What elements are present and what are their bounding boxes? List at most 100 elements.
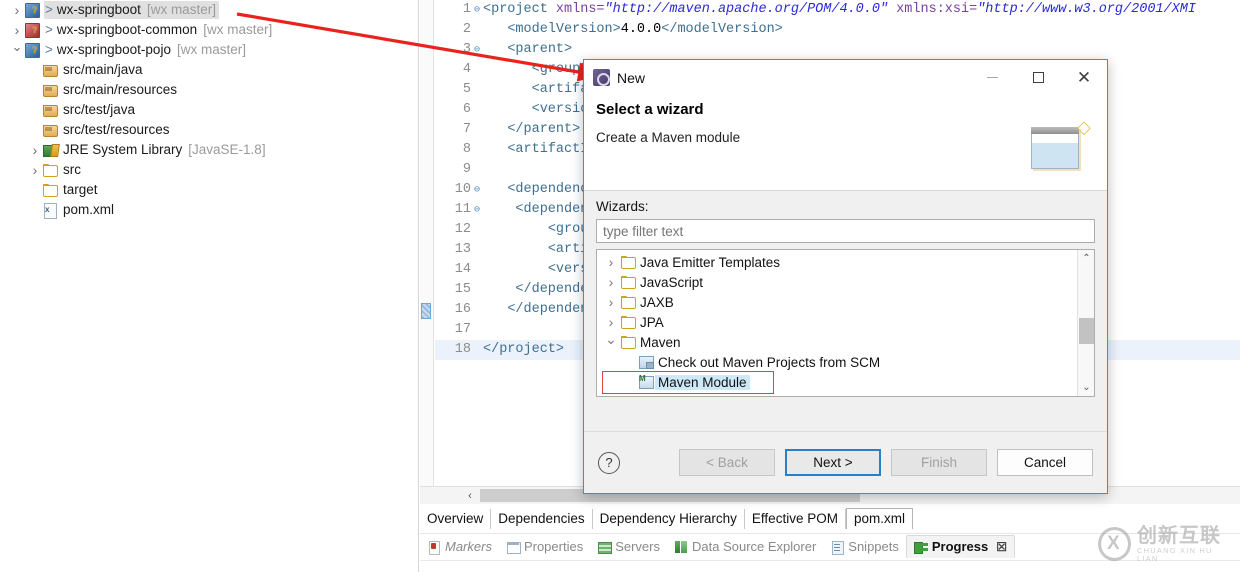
line-number: 14 <box>454 262 471 277</box>
wizard-item-label: Java Emitter Templates <box>640 254 781 270</box>
tree-row[interactable]: src/main/java <box>0 60 418 80</box>
view-tab-markers[interactable]: Markers <box>420 536 499 557</box>
wizard-filter-input[interactable] <box>596 219 1095 243</box>
window-controls[interactable]: ✕ <box>969 60 1107 95</box>
tree-row[interactable]: >wx-springboot-common [wx master] <box>0 20 418 40</box>
view-tab-snippets[interactable]: Snippets <box>823 536 906 557</box>
fold-marker-icon[interactable]: ⊖ <box>471 181 483 201</box>
dirty-marker: > <box>45 22 53 37</box>
tree-item-name: target <box>63 182 98 197</box>
chevron-down-icon[interactable] <box>10 43 24 57</box>
chevron-right-icon[interactable] <box>603 275 619 290</box>
chevron-right-icon[interactable] <box>10 3 24 18</box>
view-tab-properties[interactable]: Properties <box>499 536 590 557</box>
folder-icon <box>42 162 59 178</box>
dialog-subheading: Create a Maven module <box>596 130 741 145</box>
wizard-tree-row[interactable]: Maven Module <box>599 372 1077 392</box>
tree-row[interactable]: target <box>0 180 418 200</box>
dialog-heading: Select a wizard <box>596 101 704 118</box>
chevron-right-icon[interactable] <box>10 23 24 38</box>
chevron-right-icon[interactable] <box>28 143 42 158</box>
fold-marker-icon[interactable]: ⊖ <box>471 1 483 21</box>
wizard-tree-row[interactable]: JPA <box>599 312 1077 332</box>
wizard-tree-row[interactable]: Java Emitter Templates <box>599 252 1077 272</box>
snip-icon <box>830 540 845 555</box>
tree-item-name: wx-springboot-common <box>56 22 198 37</box>
fold-marker-icon[interactable]: ⊖ <box>471 201 483 221</box>
proj-icon <box>24 2 41 18</box>
tree-row[interactable]: src/main/resources <box>0 80 418 100</box>
line-number: 4 <box>462 62 471 77</box>
dialog-button-cancel[interactable]: Cancel <box>997 449 1093 476</box>
wizard-tree-row[interactable]: Maven <box>599 332 1077 352</box>
maximize-button[interactable] <box>1015 60 1061 95</box>
scroll-up-arrow-icon[interactable]: ⌃ <box>1078 251 1094 266</box>
tree-row[interactable]: src/test/resources <box>0 120 418 140</box>
view-tab-data-source-explorer[interactable]: Data Source Explorer <box>667 536 823 557</box>
new-wizard-dialog[interactable]: New ✕ Select a wizard Create a Maven mod… <box>583 59 1108 494</box>
dialog-footer: ? < Back Next > Finish Cancel <box>584 431 1107 493</box>
page-tab-dependencies[interactable]: Dependencies <box>491 509 593 529</box>
tree-row[interactable]: JRE System Library [JavaSE-1.8] <box>0 140 418 160</box>
chevron-right-icon[interactable] <box>603 295 619 310</box>
tree-row-label: target <box>62 181 101 199</box>
page-tab-dependency-hierarchy[interactable]: Dependency Hierarchy <box>593 509 745 529</box>
tab-close-icon[interactable]: ☒ <box>996 540 1007 554</box>
wizard-tree-box[interactable]: Java Emitter Templates JavaScript JAXB JPA M… <box>596 249 1095 397</box>
close-button[interactable]: ✕ <box>1061 60 1107 95</box>
line-number: 7 <box>462 122 471 137</box>
fold-marker-icon[interactable]: ⊖ <box>471 41 483 61</box>
props-icon <box>506 540 521 554</box>
wizard-scroll-thumb[interactable] <box>1079 318 1094 344</box>
minimize-button[interactable] <box>969 60 1015 95</box>
wizard-tree-row[interactable]: Check out Maven Projects from SCM <box>599 352 1077 372</box>
tree-row[interactable]: >wx-springboot-pojo [wx master] <box>0 40 418 60</box>
dialog-title-label: New <box>617 69 646 86</box>
bottom-view-tabs[interactable]: Markers Properties Servers Data Source Expl… <box>420 533 1240 559</box>
editor-vertical-ruler[interactable] <box>420 0 434 486</box>
project-tree[interactable]: >wx-springboot[wx master]>wx-springboot-… <box>0 0 418 220</box>
tree-row-label: > wx-springboot-common [wx master] <box>44 21 275 39</box>
tree-row-label: src/main/java <box>62 61 146 79</box>
page-tab-effective-pom[interactable]: Effective POM <box>745 509 846 529</box>
folder-icon <box>619 314 637 330</box>
wizard-tree[interactable]: Java Emitter Templates JavaScript JAXB JPA M… <box>597 250 1077 396</box>
dialog-button-next[interactable]: Next > <box>785 449 881 476</box>
code-line[interactable]: 2 <modelVersion>4.0.0</modelVersion> <box>435 20 1240 40</box>
tree-row[interactable]: src/test/java <box>0 100 418 120</box>
line-number: 16 <box>454 302 471 317</box>
wizard-tree-scrollbar[interactable]: ⌃ ⌄ <box>1077 250 1094 396</box>
chevron-right-icon[interactable] <box>603 255 619 270</box>
sparkle-icon: ◇ <box>1077 117 1091 137</box>
help-button[interactable]: ? <box>598 451 620 474</box>
page-tab-overview[interactable]: Overview <box>420 509 492 529</box>
chevron-down-icon[interactable] <box>603 335 619 350</box>
tree-row-label: pom.xml <box>62 201 117 219</box>
tree-row[interactable]: >wx-springboot [wx master] <box>0 0 418 20</box>
chevron-right-icon[interactable] <box>28 163 42 178</box>
tree-row[interactable]: pom.xml <box>0 200 418 220</box>
package-explorer-panel[interactable]: >wx-springboot[wx master]>wx-springboot-… <box>0 0 419 572</box>
tree-item-name: src/test/resources <box>63 122 170 137</box>
tree-row[interactable]: src <box>0 160 418 180</box>
xml-icon <box>42 202 59 219</box>
code-line[interactable]: 3 ⊖ <parent> <box>435 40 1240 60</box>
line-number: 18 <box>454 342 471 357</box>
eclipse-ide-window: >wx-springboot[wx master]>wx-springboot-… <box>0 0 1240 572</box>
code-line[interactable]: 1 ⊖ <project xmlns="http://maven.apache.or… <box>435 0 1240 20</box>
wizard-item-label: JAXB <box>640 294 674 310</box>
dialog-button-row[interactable]: < Back Next > Finish Cancel <box>669 449 1093 476</box>
scroll-left-arrow-icon[interactable]: ‹ <box>463 489 477 503</box>
page-tab-pom-xml[interactable]: pom.xml <box>845 508 913 529</box>
chevron-right-icon[interactable] <box>603 315 619 330</box>
tree-item-name: wx-springboot-pojo <box>56 42 171 57</box>
view-tab-label: Properties <box>523 539 584 554</box>
wizard-tree-row[interactable]: JavaScript <box>599 272 1077 292</box>
minimize-icon <box>986 76 998 79</box>
scroll-down-arrow-icon[interactable]: ⌄ <box>1078 380 1094 395</box>
wizard-tree-row[interactable]: JAXB <box>599 292 1077 312</box>
view-tab-servers[interactable]: Servers <box>590 536 667 557</box>
pom-editor-page-tabs[interactable]: Overview Dependencies Dependency Hierarchy… <box>420 505 1240 529</box>
folder-icon <box>619 274 637 290</box>
view-tab-progress[interactable]: Progress ☒ <box>905 535 1016 558</box>
